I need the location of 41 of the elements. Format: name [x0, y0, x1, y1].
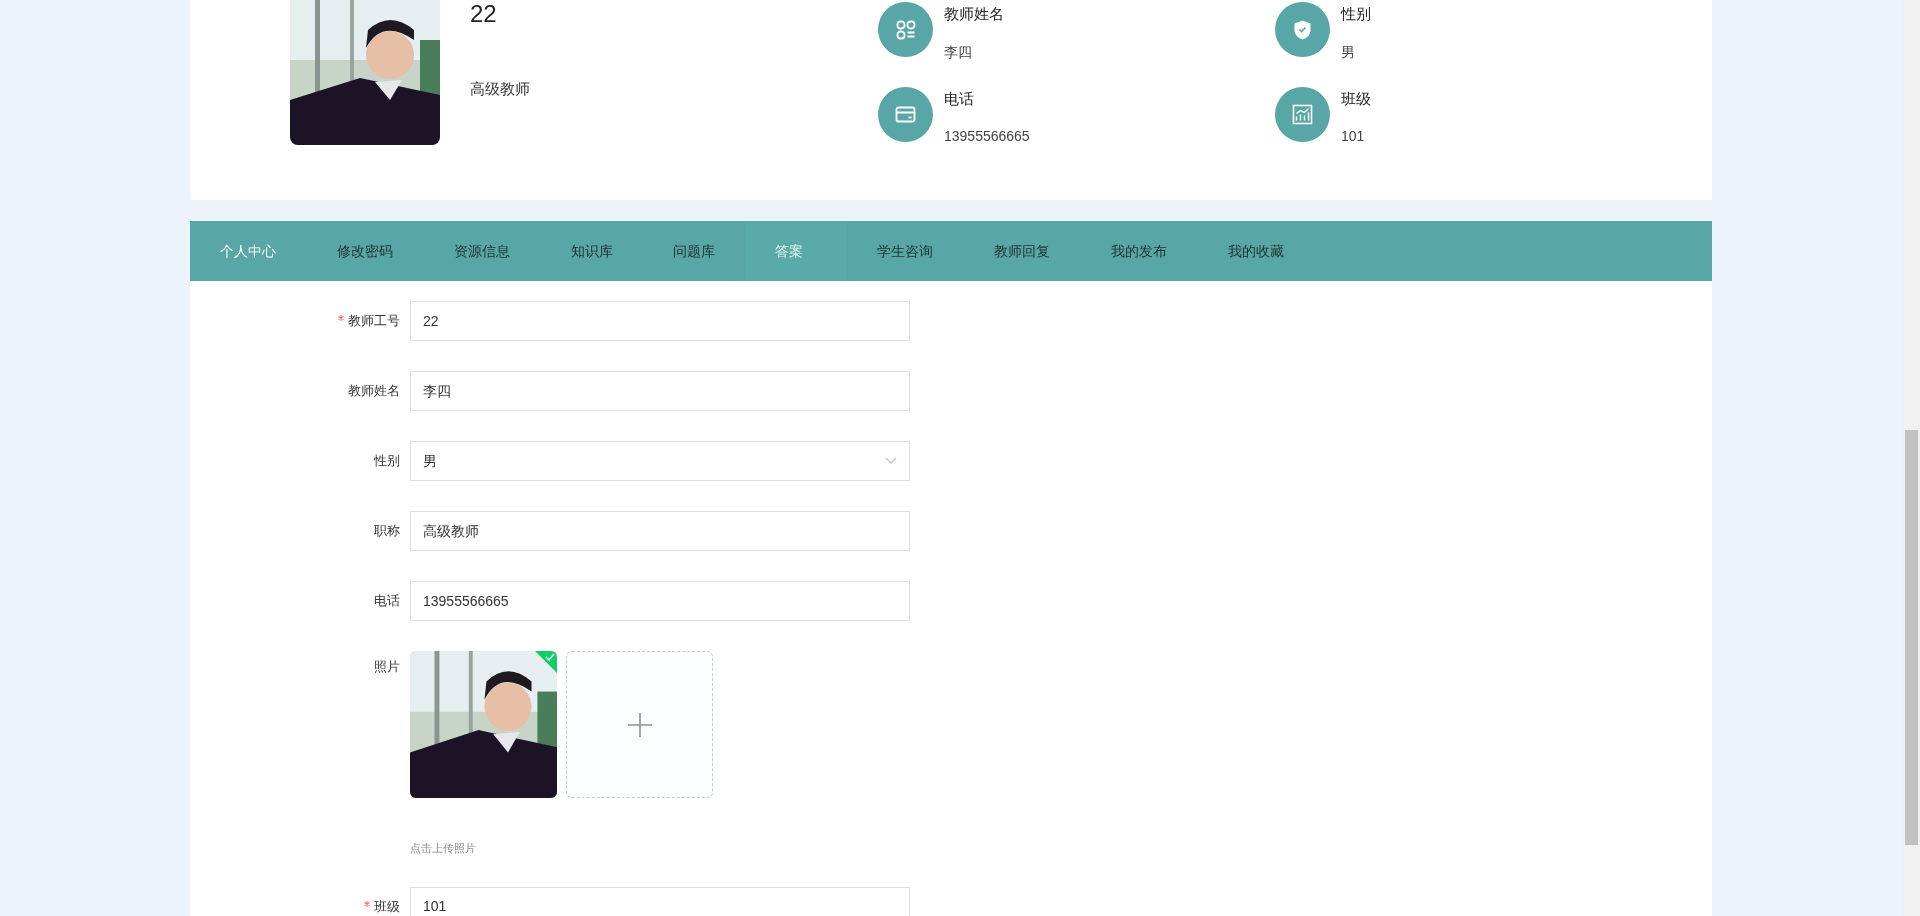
chart-icon	[1275, 86, 1330, 142]
field-label: 性别	[374, 452, 400, 471]
teacher-title: 高级教师	[470, 79, 531, 99]
field-label: 职称	[374, 522, 400, 541]
field-label: 电话	[374, 592, 400, 611]
nav-tab[interactable]: 知识库	[541, 221, 643, 281]
select-field[interactable]: 男	[410, 441, 910, 481]
info-value: 男	[1341, 42, 1356, 62]
upload-hint: 点击上传照片	[410, 841, 477, 856]
field-label: 班级	[374, 897, 400, 916]
nav-tab[interactable]: 答案	[745, 221, 847, 281]
nav-tab[interactable]: 我的发布	[1081, 221, 1198, 281]
wallet-icon	[878, 86, 933, 142]
input-field[interactable]: 13955566665	[410, 581, 910, 621]
nav-tab[interactable]: 个人中心	[190, 221, 307, 281]
info-value: 李四	[944, 42, 973, 62]
nav-tab[interactable]: 我的收藏	[1198, 221, 1315, 281]
field-label: 教师姓名	[348, 382, 400, 401]
chevron-down-icon	[885, 457, 897, 465]
info-value: 101	[1341, 127, 1366, 146]
nav-tab[interactable]: 问题库	[643, 221, 745, 281]
nav-tab[interactable]: 学生咨询	[847, 221, 964, 281]
scrollbar[interactable]	[1903, 0, 1920, 916]
input-field[interactable]: 22	[410, 301, 910, 341]
nav-tab[interactable]: 教师回复	[964, 221, 1081, 281]
nav-tab[interactable]: 资源信息	[424, 221, 541, 281]
field-label: 教师工号	[348, 312, 400, 331]
input-field[interactable]: 101	[410, 886, 910, 916]
teacher-number: 22	[470, 0, 498, 28]
info-label: 班级	[1341, 88, 1371, 109]
info-label: 性别	[1341, 4, 1371, 24]
field-label: 照片	[374, 658, 400, 677]
upload-button[interactable]	[566, 651, 713, 798]
info-label: 电话	[944, 88, 975, 109]
nav-tab[interactable]: 修改密码	[307, 221, 424, 281]
input-field[interactable]: 李四	[410, 371, 910, 411]
input-field[interactable]: 高级教师	[410, 511, 910, 551]
plus-icon	[627, 712, 652, 737]
info-value: 13955566665	[944, 127, 1030, 146]
info-label: 教师姓名	[944, 4, 1004, 24]
scrollbar-thumb[interactable]	[1905, 430, 1918, 845]
